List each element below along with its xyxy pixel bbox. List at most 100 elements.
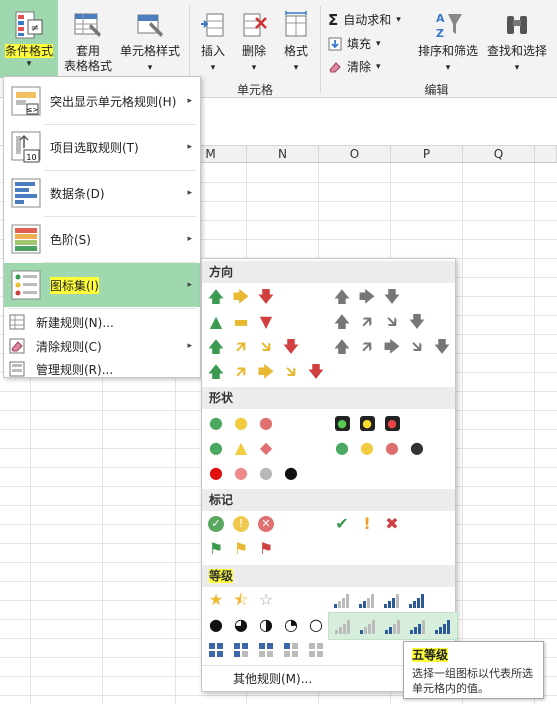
menu-item-color-scales[interactable]: 色阶(S) ▸ [4,217,200,261]
signal-bars-3-icon [408,616,428,636]
signal-bars-1-icon [358,616,378,636]
submenu-arrow-icon: ▸ [187,280,192,290]
icon-set-4-arrows-gray[interactable]: 🡅 🡵 🡶 🡇 [332,312,427,332]
submenu-arrow-icon: ▸ [187,96,192,106]
clear-label: 清除 [347,60,372,74]
cell-styles-button[interactable]: 单元格样式 ▾ [117,0,183,78]
arrow-down-gray-icon: 🡇 [383,287,401,306]
column-header-n[interactable]: N [247,146,319,163]
format-button[interactable]: 格式 ▾ [276,0,316,78]
icon-set-5-arrows-gray[interactable]: 🡅 🡵 🡆 🡶 🡇 [332,337,452,357]
data-bars-icon [11,178,41,208]
arrow-up-green-icon: 🡅 [207,287,225,306]
clear-button[interactable]: 清除 ▾ [328,57,381,77]
format-label: 格式 [283,44,308,58]
circle-pink-icon: ● [234,463,248,482]
conditional-format-button[interactable]: ≠ 条件格式 ▾ [0,0,58,78]
format-table-icon [74,13,101,37]
autosum-button[interactable]: Σ 自动求和 ▾ [328,10,401,30]
menu-label: 新建规则(N)... [36,315,114,330]
sigma-icon: Σ [328,11,339,29]
dash-yellow-icon: ▬ [233,312,249,331]
icon-set-5-boxes[interactable] [206,640,326,660]
menu-item-clear-rules[interactable]: 清除规则(C) ▸ [4,335,200,357]
sort-filter-label: 排序和筛选 [417,44,478,58]
icon-set-3-traffic-lights-rimmed[interactable]: ● ● ● [332,413,402,433]
icon-set-3-traffic-lights[interactable]: ● ● ● [206,413,276,433]
format-as-table-button[interactable]: 套用 表格格式 ▾ [60,0,116,88]
circle-quarter-icon: ◔ [284,615,298,634]
dropdown-arrow-icon: ▾ [147,63,153,73]
arrow-down-red-icon: 🡇 [257,287,275,306]
fill-down-icon [328,37,342,51]
circle-yellow-icon: ● [360,438,374,457]
grid-line [462,163,463,704]
arrow-right-gray-icon: 🡆 [383,337,401,356]
signal-bars-0-icon [333,616,353,636]
find-select-button[interactable]: 查找和选择 ▾ [482,0,552,78]
menu-item-new-rule[interactable]: 新建规则(N)... [4,311,200,333]
column-header-q[interactable]: Q [463,146,535,163]
delete-button[interactable]: 删除 ▾ [234,0,274,78]
menu-item-manage-rules[interactable]: 管理规则(R)... [4,358,200,380]
menu-item-icon-sets[interactable]: 图标集(I) ▸ [4,263,200,307]
icon-set-3-arrows-gray[interactable]: 🡅 🡆 🡇 [332,287,402,307]
fill-button[interactable]: 填充 ▾ [328,34,381,54]
arrow-down-gray-icon: 🡇 [408,312,426,331]
icon-set-3-symbols-circled[interactable]: ✓ ! ✕ [206,514,276,534]
signal-bars-2-icon [383,616,403,636]
flag-red-icon: ⚑ [258,539,274,558]
arrow-up-right-yellow-icon: 🡵 [235,362,247,381]
insert-button[interactable]: 插入 ▾ [193,0,233,78]
icon-set-3-signs[interactable]: ● ▲ ◆ [206,438,276,458]
new-rule-icon [9,314,25,330]
icon-set-3-stars[interactable]: ★ ⯪ ☆ [206,590,276,610]
section-header-shapes: 形状 [202,387,455,409]
icon-set-red-to-black[interactable]: ● ● ● ● [206,463,301,483]
diamond-red-icon: ◆ [259,438,273,457]
dropdown-arrow-icon: ▾ [293,63,299,73]
boxes-2-icon [256,640,276,660]
icon-set-3-symbols[interactable]: ✔ ! ✖ [332,514,402,534]
column-header-blank[interactable] [535,146,557,163]
menu-item-highlight-rules[interactable]: ≤> 突出显示单元格规则(H) ▸ [4,79,200,123]
flag-green-icon: ⚑ [208,539,224,558]
circle-green-icon: ● [335,438,349,457]
dropdown-arrow-icon: ▾ [251,63,257,73]
eraser-icon [329,62,341,73]
icon-set-5-quarters[interactable]: ● ◕ ◑ ◔ ○ [206,615,326,635]
icon-set-4-arrows-colored[interactable]: 🡅 🡵 🡶 🡇 [206,337,301,357]
top-bottom-rules-icon: 10 [11,131,41,163]
icon-set-3-triangles[interactable]: ▲ ▬ ▼ [206,312,276,332]
menu-label: 管理规则(R)... [36,362,114,377]
icon-set-4-ratings[interactable] [332,590,427,610]
svg-text:10: 10 [26,153,36,162]
circle-yellow-icon: ● [234,413,248,432]
signal-bars-1-icon [332,590,352,610]
icon-set-3-arrows-colored[interactable]: 🡅 🡆 🡇 [206,287,276,307]
icon-set-4-traffic-lights[interactable]: ● ● ● ● [332,438,427,458]
icon-set-3-flags[interactable]: ⚑ ⚑ ⚑ [206,539,276,559]
dropdown-arrow-icon: ▾ [514,63,520,73]
cell-styles-label: 单元格样式 [119,44,180,58]
triangle-yellow-icon: ▲ [234,438,248,457]
column-header-o[interactable]: O [319,146,391,163]
arrow-down-red-icon: 🡇 [282,337,300,356]
tooltip: 五等级 选择一组图标以代表所选单元格内的值。 [403,641,544,699]
grid-line [534,163,535,704]
menu-item-top-bottom-rules[interactable]: 10 项目选取规则(T) ▸ [4,125,200,169]
submenu-arrow-icon: ▸ [187,234,192,244]
menu-item-data-bars[interactable]: 数据条(D) ▸ [4,171,200,215]
x-icon: ✖ [385,514,399,533]
find-select-label: 查找和选择 [486,44,547,58]
menu-separator [8,308,196,309]
icon-set-5-arrows-colored[interactable]: 🡅 🡵 🡆 🡶 🡇 [206,362,326,382]
insert-cells-icon [201,13,224,37]
icon-sets-submenu: 方向 🡅 🡆 🡇 🡅 🡆 🡇 ▲ ▬ ▼ 🡅 🡵 🡶 🡇 🡅 🡵 🡶 🡇 🡅 🡵… [201,258,458,692]
sort-filter-button[interactable]: A Z 排序和筛选 ▾ [414,0,482,78]
icon-set-5-ratings[interactable] [328,612,458,640]
column-header-p[interactable]: P [391,146,463,163]
traffic-light-red-icon: ● [382,413,402,433]
format-cells-icon [285,11,307,37]
arrow-down-right-yellow-icon: 🡶 [260,337,272,356]
